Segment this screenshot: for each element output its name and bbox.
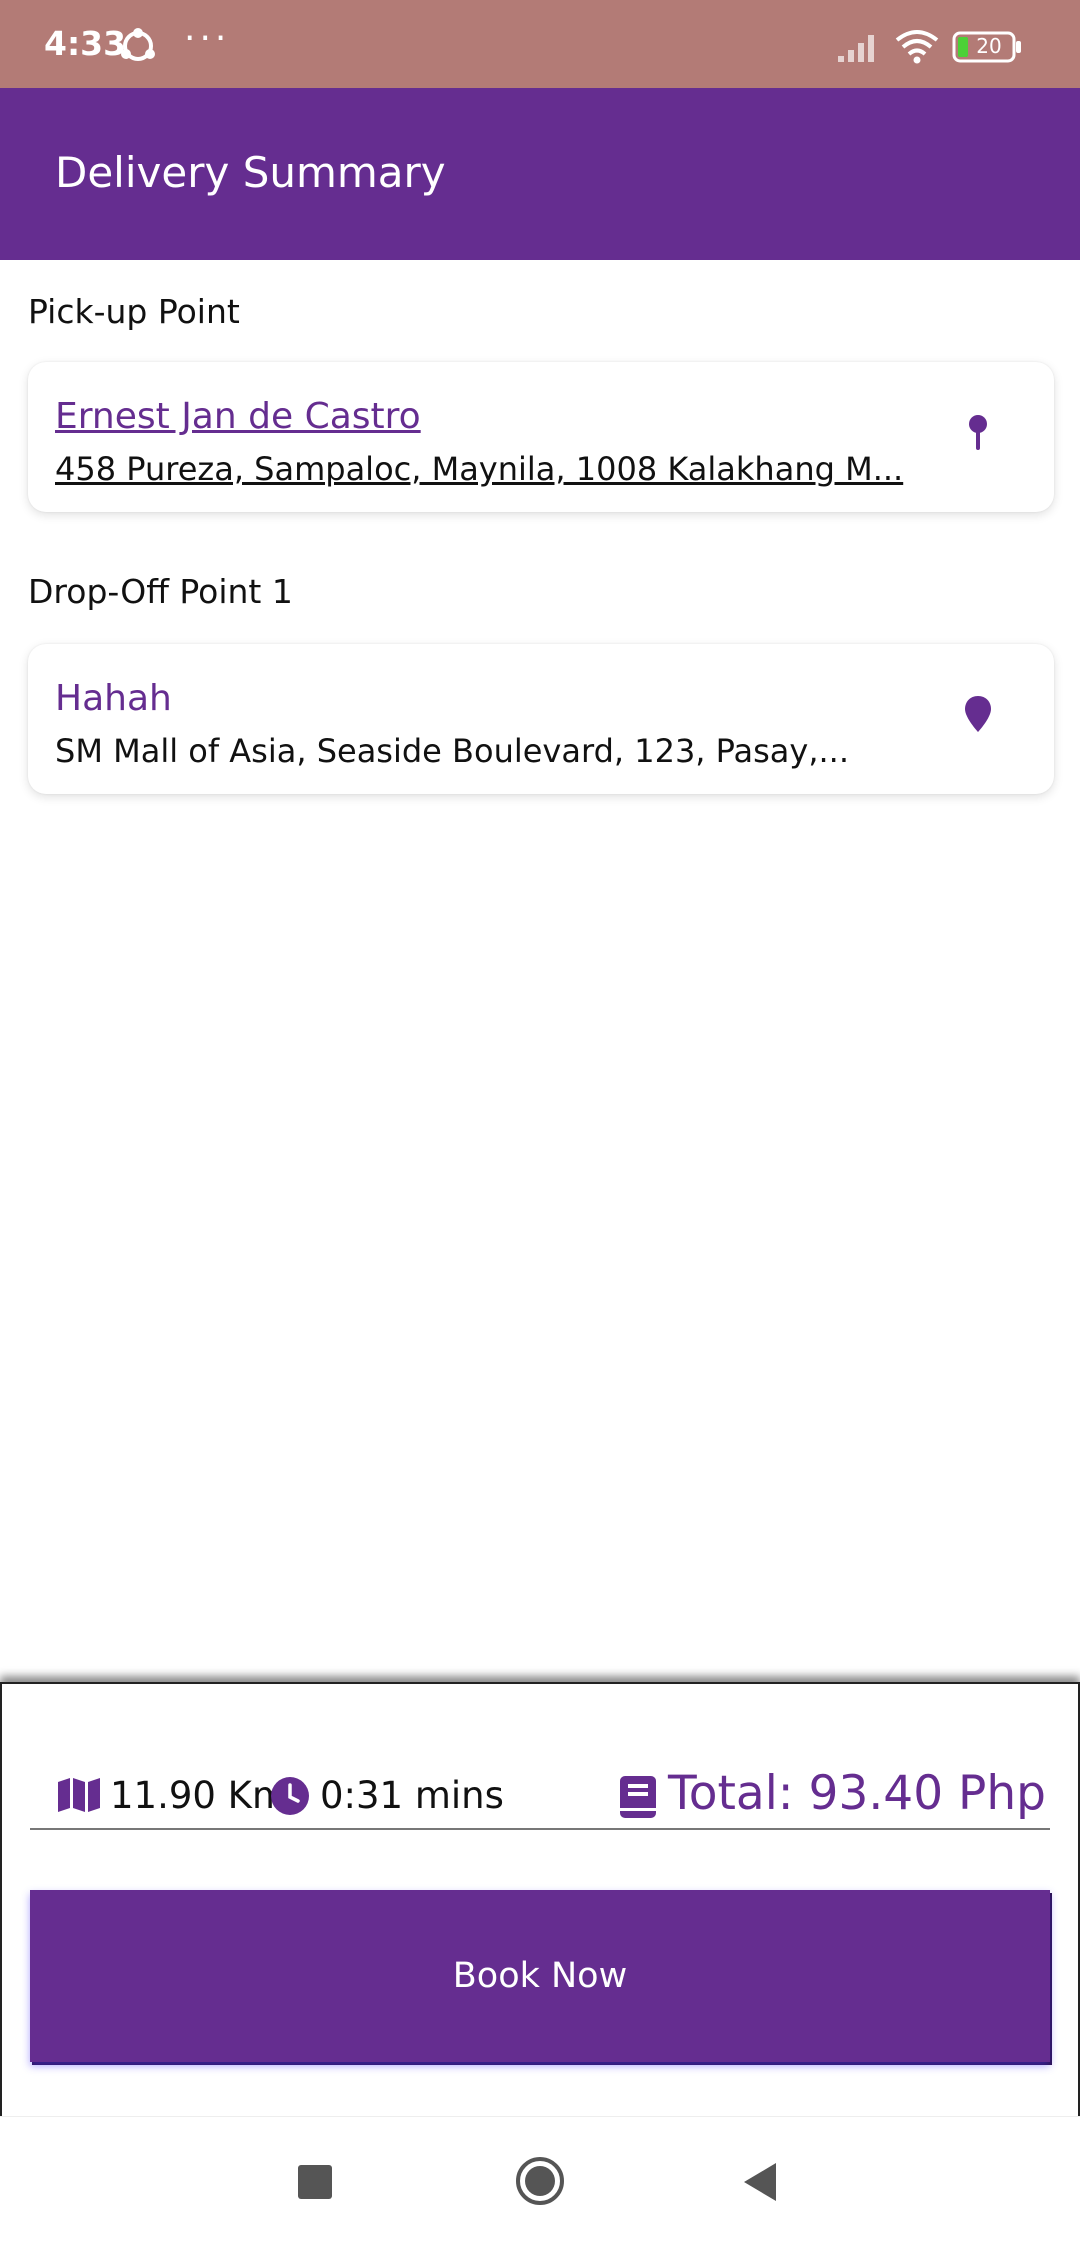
- map-marker-icon[interactable]: [962, 694, 994, 734]
- summary-divider: [30, 1828, 1050, 1830]
- recent-apps-icon[interactable]: [298, 2165, 332, 2199]
- home-icon[interactable]: [514, 2155, 566, 2207]
- trip-duration: 0:31 mins: [320, 1774, 504, 1817]
- dropoff-section-label: Drop-Off Point 1: [28, 572, 293, 611]
- more-notifications-icon: ···: [184, 18, 231, 59]
- clock-icon: [271, 1777, 309, 1815]
- battery-level: 20: [976, 34, 1002, 58]
- system-nav-bar: [0, 2116, 1080, 2246]
- status-time: 4:33: [44, 24, 127, 63]
- dropoff-contact-name[interactable]: Hahah: [55, 678, 172, 719]
- receipt-icon: [620, 1776, 656, 1818]
- trip-stats: 11.90 Km 0:31 mins Total: 93.40 Php: [32, 1766, 1052, 1832]
- page-title: Delivery Summary: [55, 148, 446, 197]
- dropoff-address[interactable]: SM Mall of Asia, Seaside Boulevard, 123,…: [55, 732, 915, 770]
- status-bar: 4:33 ··· 20: [0, 0, 1080, 88]
- wifi-icon: [895, 30, 939, 64]
- pickup-address[interactable]: 458 Pureza, Sampaloc, Maynila, 1008 Kala…: [55, 450, 915, 488]
- app-bar: Delivery Summary: [0, 88, 1080, 260]
- trip-distance: 11.90 Km: [110, 1774, 288, 1817]
- signal-icon: [838, 35, 874, 62]
- dropoff-card[interactable]: Hahah SM Mall of Asia, Seaside Boulevard…: [28, 644, 1054, 794]
- total-price: Total: 93.40 Php: [668, 1766, 1046, 1821]
- pickup-section-label: Pick-up Point: [28, 292, 240, 331]
- sync-icon: [121, 28, 155, 61]
- map-icon: [58, 1778, 100, 1812]
- book-now-button[interactable]: Book Now: [30, 1890, 1050, 2062]
- back-icon[interactable]: [742, 2161, 778, 2203]
- pickup-contact-name[interactable]: Ernest Jan de Castro: [55, 396, 421, 437]
- pickup-card[interactable]: Ernest Jan de Castro 458 Pureza, Sampalo…: [28, 362, 1054, 512]
- map-pin-icon[interactable]: [962, 412, 994, 452]
